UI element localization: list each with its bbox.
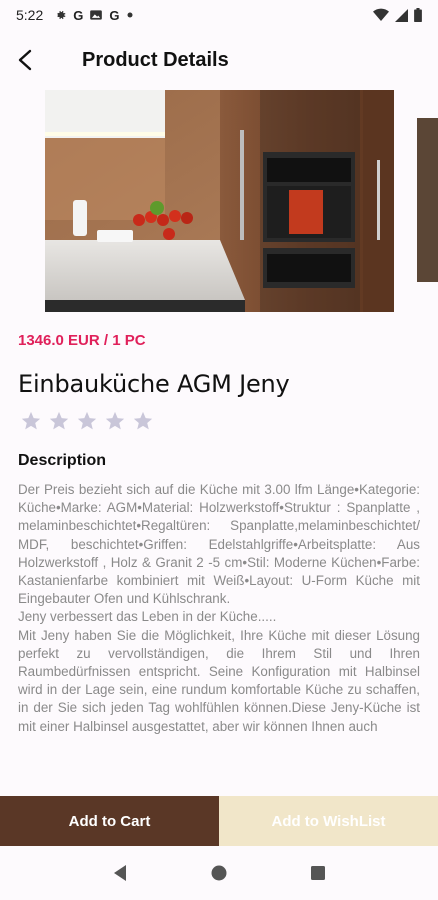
star-icon[interactable] [104,410,126,432]
google-g-icon: G [73,7,84,23]
description-paragraph: Mit Jeny haben Sie die Möglichkeit, Ihre… [18,627,420,734]
wifi-icon [373,8,389,21]
nav-home-icon [211,865,227,881]
page-title: Product Details [82,48,229,71]
star-icon[interactable] [20,410,42,432]
star-icon[interactable] [48,410,70,432]
status-right-icons [373,8,422,22]
status-time: 5:22 [16,7,44,23]
product-image-gallery[interactable] [0,90,438,312]
kitchen-photo [45,90,394,312]
description-paragraph: Der Preis bezieht sich auf die Küche mit… [18,482,420,607]
nav-recents-icon [311,866,326,880]
add-to-wishlist-button[interactable]: Add to WishList [219,796,438,846]
gear-icon [57,10,66,20]
battery-icon [414,8,422,22]
nav-recents-button[interactable] [298,853,338,893]
bottom-actions: Add to Cart Add to WishList [0,796,438,846]
dot-icon [127,12,132,18]
product-name: Einbauküche AGM Jeny [18,370,290,398]
status-left-icons: G G [53,8,133,23]
signal-icon [395,8,408,22]
google-g-icon: G [109,7,120,23]
status-bar: 5:22 G G [0,0,438,30]
app-bar: Product Details [0,38,438,82]
back-button[interactable] [0,38,50,82]
back-arrow-icon [18,49,32,71]
product-price: 1346.0 EUR / 1 PC [18,332,146,349]
nav-back-icon [113,865,126,881]
product-rating[interactable] [20,410,154,432]
description-paragraph: Jeny verbessert das Leben in der Küche..… [18,609,277,625]
star-icon[interactable] [76,410,98,432]
image-icon [90,10,103,20]
add-to-cart-button[interactable]: Add to Cart [0,796,219,846]
description-text[interactable]: Der Preis bezieht sich auf die Küche mit… [18,481,420,796]
next-product-image[interactable] [417,118,438,282]
description-heading: Description [18,452,107,469]
system-nav-bar [0,846,438,900]
product-image[interactable] [45,90,394,312]
nav-home-button[interactable] [199,853,239,893]
nav-back-button[interactable] [100,853,140,893]
star-icon[interactable] [132,410,154,432]
